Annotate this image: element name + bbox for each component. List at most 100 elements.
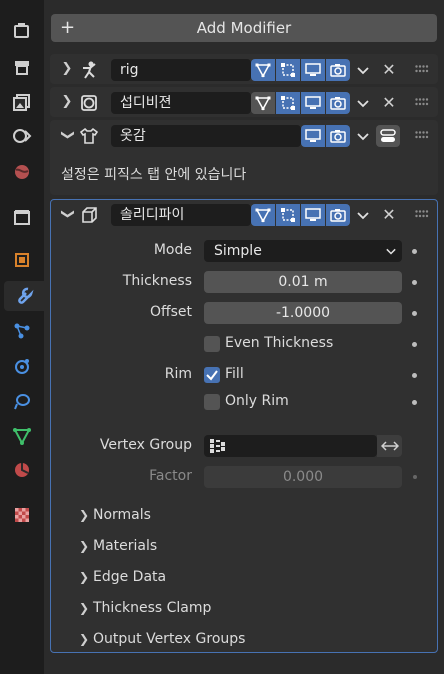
only-rim-label: Only Rim	[225, 393, 289, 409]
on-cage-toggle[interactable]	[276, 204, 300, 226]
collapse-chevron-icon[interactable]: ❯	[59, 206, 75, 222]
properties-tab-bar	[0, 0, 44, 674]
on-cage-toggle[interactable]	[276, 59, 300, 81]
subpanel-label: Normals	[93, 507, 151, 523]
invert-vertex-group-button[interactable]	[377, 435, 402, 457]
physics-icon[interactable]	[6, 351, 38, 381]
checkmark-icon	[206, 370, 218, 381]
only-rim-checkbox[interactable]	[204, 394, 220, 410]
subpanel-label: Edge Data	[93, 569, 167, 585]
tool-icon[interactable]	[6, 16, 38, 46]
remove-modifier-close-icon[interactable]: ✕	[378, 59, 400, 81]
modifier-panel-rig: ❯ rig ✕	[50, 54, 438, 84]
chevron-right-icon: ❯	[79, 508, 90, 522]
viewport-display-toggle[interactable]	[301, 125, 325, 147]
physics-settings-toggle-icon[interactable]	[376, 125, 400, 147]
modifier-name-field[interactable]: rig	[111, 59, 251, 81]
render-toggle[interactable]	[326, 92, 350, 114]
thickness-label: Thickness	[122, 273, 192, 289]
drag-handle-icon[interactable]	[415, 210, 429, 218]
remove-modifier-close-icon[interactable]: ✕	[378, 92, 400, 114]
add-modifier-button[interactable]: + Add Modifier	[51, 14, 437, 42]
extras-dropdown-icon[interactable]	[351, 125, 375, 147]
constraints-icon[interactable]	[6, 386, 38, 416]
modifier-panel-solidify: ❯ 솔리디파이 ✕ Mode Simple Thickness 0.01 m O…	[50, 199, 438, 653]
keyframe-dot-icon[interactable]	[412, 311, 417, 316]
collapse-chevron-icon[interactable]: ❯	[59, 127, 75, 143]
vertex-group-icon	[210, 439, 225, 453]
fill-checkbox[interactable]	[204, 367, 220, 383]
cloth-info-message: 설정은 피직스 탭 안에 있습니다	[61, 167, 247, 183]
modifier-icon[interactable]	[4, 281, 44, 311]
vertex-group-field[interactable]	[204, 435, 377, 457]
chevron-right-icon: ❯	[79, 601, 90, 615]
subpanel-materials[interactable]: ❯ Materials	[79, 538, 157, 554]
view-layer-icon[interactable]	[6, 122, 38, 152]
invert-arrows-icon	[380, 441, 399, 451]
keyframe-dot-icon[interactable]	[412, 249, 417, 254]
material-icon[interactable]	[6, 455, 38, 485]
output-icon[interactable]	[6, 87, 38, 117]
modifier-name-field[interactable]: 옷감	[111, 125, 301, 147]
keyframe-dot-icon[interactable]	[412, 280, 417, 285]
subdivision-icon	[79, 93, 99, 113]
mode-select[interactable]: Simple	[204, 240, 402, 262]
expand-chevron-icon[interactable]: ❯	[59, 61, 75, 77]
viewport-display-toggle[interactable]	[301, 92, 325, 114]
even-thickness-checkbox[interactable]	[204, 336, 220, 352]
extras-dropdown-icon[interactable]	[351, 59, 375, 81]
factor-field[interactable]: 0.000	[204, 466, 402, 488]
keyframe-dot-icon[interactable]	[413, 475, 417, 479]
plus-icon: +	[60, 17, 76, 38]
viewport-display-toggle[interactable]	[301, 204, 325, 226]
collection-icon[interactable]	[6, 202, 38, 232]
subpanel-normals[interactable]: ❯ Normals	[79, 507, 151, 523]
subpanel-label: Output Vertex Groups	[93, 631, 246, 647]
keyframe-dot-icon[interactable]	[412, 342, 417, 347]
chevron-down-icon	[386, 248, 396, 255]
chevron-right-icon: ❯	[79, 632, 90, 646]
offset-field[interactable]: -1.0000	[204, 302, 402, 324]
drag-handle-icon[interactable]	[415, 131, 429, 139]
subpanel-label: Thickness Clamp	[93, 600, 212, 616]
add-modifier-label: Add Modifier	[196, 19, 292, 37]
viewport-display-toggle[interactable]	[301, 59, 325, 81]
render-toggle[interactable]	[326, 204, 350, 226]
edit-mode-toggle[interactable]	[251, 92, 275, 114]
modifier-panel-subdivision: ❯ 섭디비젼 ✕	[50, 87, 438, 117]
subpanel-thickness-clamp[interactable]: ❯ Thickness Clamp	[79, 600, 211, 616]
remove-modifier-close-icon[interactable]: ✕	[378, 204, 400, 226]
chevron-right-icon: ❯	[79, 570, 90, 584]
edit-mode-toggle[interactable]	[251, 59, 275, 81]
on-cage-toggle[interactable]	[276, 92, 300, 114]
drag-handle-icon[interactable]	[415, 65, 429, 73]
solidify-icon	[79, 205, 99, 225]
extras-dropdown-icon[interactable]	[351, 92, 375, 114]
expand-chevron-icon[interactable]: ❯	[59, 94, 75, 110]
texture-icon[interactable]	[6, 500, 38, 530]
extras-dropdown-icon[interactable]	[351, 204, 375, 226]
modifier-name-field[interactable]: 솔리디파이	[111, 204, 251, 226]
data-icon[interactable]	[6, 421, 38, 451]
rim-label: Rim	[164, 366, 192, 382]
modifier-panel-cloth: ❯ 옷감 설정은 피직스 탭 안에 있습니다	[50, 120, 438, 195]
render-icon[interactable]	[6, 52, 38, 82]
render-toggle[interactable]	[326, 59, 350, 81]
subpanel-output-vertex-groups[interactable]: ❯ Output Vertex Groups	[79, 631, 245, 647]
offset-label: Offset	[149, 304, 192, 320]
particles-icon[interactable]	[6, 316, 38, 346]
edit-mode-toggle[interactable]	[251, 204, 275, 226]
subpanel-edge-data[interactable]: ❯ Edge Data	[79, 569, 166, 585]
object-icon[interactable]	[6, 245, 38, 275]
keyframe-dot-icon[interactable]	[412, 373, 417, 378]
armature-icon	[79, 60, 99, 80]
thickness-field[interactable]: 0.01 m	[204, 271, 402, 293]
mode-label: Mode	[153, 242, 192, 258]
modifier-name-field[interactable]: 섭디비젼	[111, 92, 251, 114]
render-toggle[interactable]	[326, 125, 350, 147]
drag-handle-icon[interactable]	[415, 98, 429, 106]
fill-label: Fill	[225, 366, 244, 382]
scene-icon[interactable]	[6, 157, 38, 187]
even-thickness-label: Even Thickness	[225, 335, 334, 351]
keyframe-dot-icon[interactable]	[412, 400, 417, 405]
